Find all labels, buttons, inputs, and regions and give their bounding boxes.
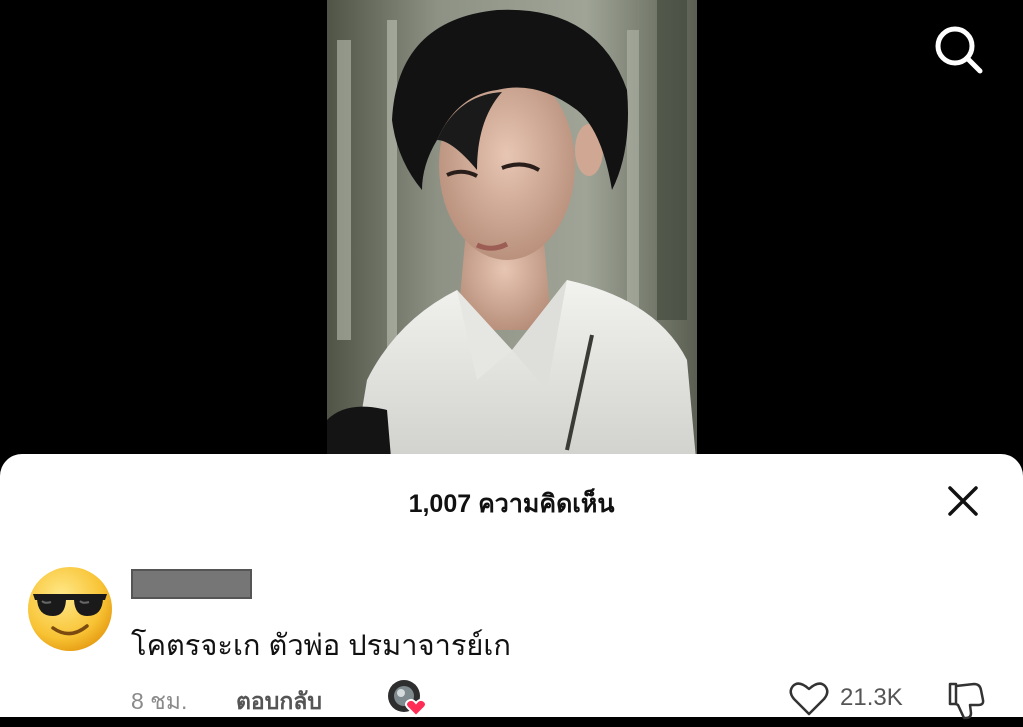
thumbs-down-icon <box>948 682 985 720</box>
comments-title: 1,007 ความคิดเห็น <box>408 490 615 518</box>
comments-sheet: 1,007 ความคิดเห็น โคตรจะเก ตัวพ่อ ปรมาจา… <box>0 454 1023 720</box>
username-redacted[interactable] <box>131 569 252 599</box>
heart-outline-icon <box>789 682 829 716</box>
like-count: 21.3K <box>840 684 903 711</box>
comment-text: โคตรจะเก ตัวพ่อ ปรมาจารย์เก <box>131 630 511 662</box>
reply-button[interactable]: ตอบกลับ <box>236 684 322 720</box>
close-button[interactable] <box>944 482 982 520</box>
portrait-photo <box>327 0 697 470</box>
search-icon <box>935 26 983 74</box>
like-button[interactable] <box>788 678 830 718</box>
video-area[interactable] <box>0 0 1023 470</box>
dislike-button[interactable] <box>944 678 988 722</box>
creator-liked-badge <box>386 678 430 718</box>
search-button[interactable] <box>930 22 986 78</box>
comment-timestamp: 8 ชม. <box>131 688 188 714</box>
close-icon <box>948 486 978 516</box>
commenter-avatar[interactable] <box>25 564 115 654</box>
sunglasses-emoji-icon <box>28 567 112 651</box>
creator-heart-icon <box>388 680 427 718</box>
video-thumbnail[interactable] <box>327 0 697 470</box>
